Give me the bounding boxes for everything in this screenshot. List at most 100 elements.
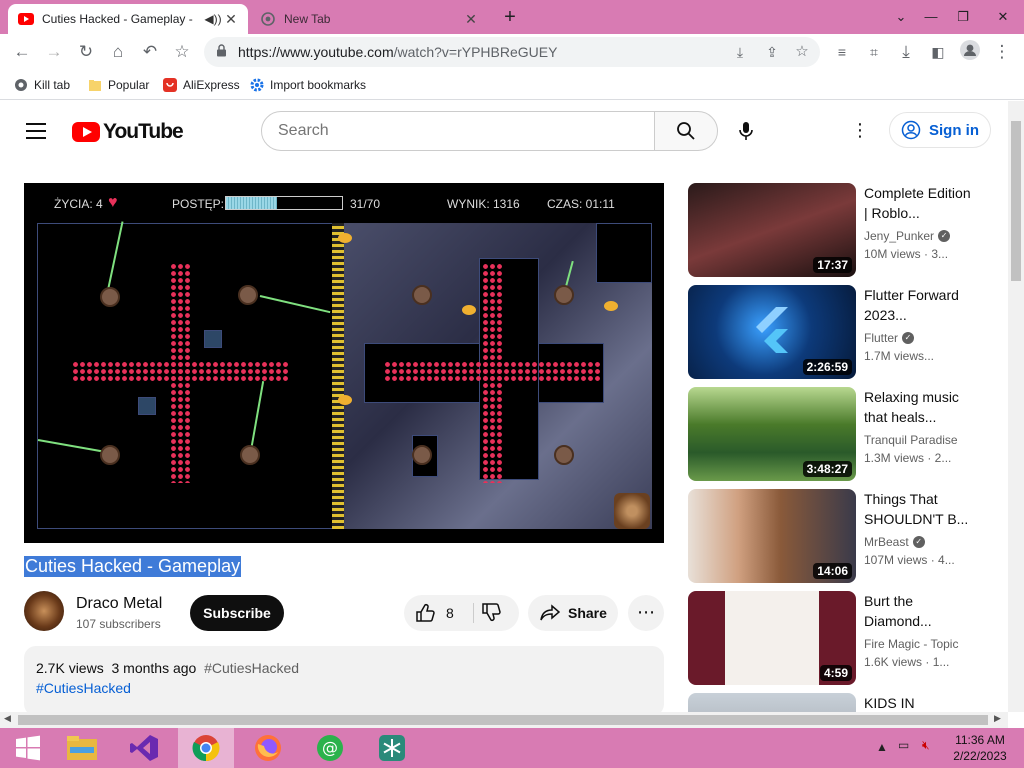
chrome-icon[interactable] [178,728,234,768]
install-app-icon[interactable]: ⤓ [728,40,752,64]
tab-search-chevron-icon[interactable]: ⌄ [884,0,918,34]
browser-menu-icon[interactable]: ⋮ [990,40,1014,64]
enemy-blob [100,287,120,307]
recommendation-item[interactable]: 14:06 Things That SHOULDN'T B... MrBeast… [688,489,988,583]
reload-icon[interactable]: ↻ [74,40,98,64]
lock-icon[interactable] [216,44,227,60]
recommendation-item[interactable]: 17:37 Complete Edition | Roblo... Jeny_P… [688,183,988,277]
volume-muted-icon[interactable]: 🔇︎ [922,738,930,753]
bookmark-popular[interactable]: Popular [88,76,149,94]
channel-avatar[interactable] [24,591,64,631]
recommendation-channel[interactable]: Flutter ✓ [864,331,915,345]
description-hashtag-link[interactable]: #CutiesHacked [36,680,131,696]
windows-start-icon[interactable] [0,728,56,768]
settings-kebab-icon[interactable]: ⋮ [850,119,870,143]
recommendation-item[interactable]: KIDS IN [688,693,988,712]
game-hud: ŻYCIA: 4 ♥ POSTĘP: 31/70 WYNIK: 1316 CZA… [24,183,664,223]
search-box[interactable] [261,111,655,151]
recommendation-channel[interactable]: MrBeast ✓ [864,535,925,549]
video-thumbnail[interactable]: 2:26:59 [688,285,856,379]
recommendation-item[interactable]: 3:48:27 Relaxing music that heals... Tra… [688,387,988,481]
view-count: 2.7K views [36,660,104,676]
video-thumbnail[interactable]: 3:48:27 [688,387,856,481]
bookmark-star-icon[interactable]: ☆ [170,40,194,64]
lives-label: ŻYCIA: [54,197,93,211]
new-tab-button[interactable]: + [498,6,522,28]
mail-app-icon[interactable]: @ [302,728,358,768]
chrome-newtab-icon [260,11,276,27]
recommendation-item[interactable]: 4:59 Burt the Diamond... Fire Magic - To… [688,591,988,685]
download-icon[interactable]: ⤓ [894,40,918,64]
snowflake-app-icon[interactable] [364,728,420,768]
file-explorer-icon[interactable] [54,728,110,768]
profile-avatar-icon[interactable] [958,40,982,64]
search-input[interactable] [278,122,638,140]
scroll-left-arrow-icon[interactable]: ◀ [4,713,11,724]
undo-icon[interactable]: ↶ [138,40,162,64]
tab-cuties-hacked[interactable]: Cuties Hacked - Gameplay - ◀)) ✕ [8,4,248,34]
close-tab-icon[interactable]: ✕ [462,11,480,28]
search-button[interactable] [654,111,718,151]
address-bar[interactable]: https://www.youtube.com/watch?v=rYPHBReG… [204,37,820,67]
vertical-scroll-thumb[interactable] [1011,121,1021,281]
back-arrow-icon[interactable]: ← [10,40,34,64]
recommendation-title[interactable]: Relaxing music that heals... [864,387,976,427]
enemy-blob [100,445,120,465]
network-icon[interactable]: ▭ [898,738,909,752]
vertical-scrollbar[interactable] [1008,101,1024,712]
horizontal-scroll-thumb[interactable] [18,715,988,725]
youtube-logo[interactable]: YouTube [72,120,184,144]
minimize-icon[interactable]: — [914,0,948,34]
bookmark-kill-tab[interactable]: Kill tab [14,76,70,94]
home-icon[interactable]: ⌂ [106,40,130,64]
video-thumbnail[interactable] [688,693,856,712]
bookmark-page-star-icon[interactable]: ☆ [790,40,814,64]
video-thumbnail[interactable]: 17:37 [688,183,856,277]
recommendation-title[interactable]: Burt the Diamond... [864,591,976,631]
forward-arrow-icon[interactable]: → [42,40,66,64]
description-box[interactable]: 2.7K views 3 months ago #CutiesHacked #C… [24,646,664,712]
microphone-icon[interactable] [734,119,758,143]
like-button[interactable]: 8 [414,595,454,631]
tab-new-tab[interactable]: New Tab ✕ [250,4,488,34]
recommendation-title[interactable]: Things That SHOULDN'T B... [864,489,976,529]
recommendation-title[interactable]: KIDS IN [864,693,976,712]
hashtag-link[interactable]: #CutiesHacked [204,660,299,676]
bookmark-label: Import bookmarks [270,78,367,92]
bookmark-aliexpress[interactable]: AliExpress [163,76,240,94]
channel-name[interactable]: Draco Metal [76,595,162,613]
scroll-right-arrow-icon[interactable]: ▶ [994,713,1001,724]
subscribe-button[interactable]: Subscribe [190,595,284,631]
recommendation-title[interactable]: Flutter Forward 2023... [864,285,976,325]
recommendation-channel[interactable]: Fire Magic - Topic [864,637,958,651]
firefox-icon[interactable] [240,728,296,768]
restore-icon[interactable]: ❐ [946,0,980,34]
video-thumbnail[interactable]: 14:06 [688,489,856,583]
recommendation-channel[interactable]: Jeny_Punker ✓ [864,229,951,243]
more-actions-icon[interactable]: ⋯ [628,595,664,631]
recommendation-meta: 1.3M views · 2... [864,451,952,465]
media-controls-icon[interactable]: ≡ [830,40,854,64]
horizontal-scrollbar[interactable]: ◀ ▶ [0,712,1008,728]
hamburger-menu-icon[interactable] [26,123,46,139]
recommendation-channel[interactable]: Tranquil Paradise [864,433,958,447]
dot-cross-horizontal [72,361,290,382]
recommendation-title[interactable]: Complete Edition | Roblo... [864,183,976,223]
video-player[interactable]: ŻYCIA: 4 ♥ POSTĘP: 31/70 WYNIK: 1316 CZA… [24,183,664,543]
bookmark-import[interactable]: Import bookmarks [250,76,366,94]
share-page-icon[interactable]: ⇪ [760,40,784,64]
visual-studio-icon[interactable] [116,728,172,768]
share-button[interactable]: Share [528,595,618,631]
side-panel-icon[interactable]: ◧ [926,40,950,64]
recommendation-item[interactable]: 2:26:59 Flutter Forward 2023... Flutter ✓… [688,285,988,379]
system-clock[interactable]: 11:36 AM 2/22/2023 [948,732,1012,764]
sign-in-button[interactable]: Sign in [889,112,991,148]
window-close-icon[interactable]: ✕ [986,0,1020,34]
close-tab-icon[interactable]: ✕ [222,11,240,28]
youtube-play-icon [72,122,100,142]
crop-icon[interactable]: ⌗ [862,40,886,64]
video-thumbnail[interactable]: 4:59 [688,591,856,685]
tray-overflow-chevron-icon[interactable]: ▲ [876,740,888,754]
audio-playing-icon[interactable]: ◀)) [204,12,222,26]
dislike-button[interactable] [480,601,504,625]
